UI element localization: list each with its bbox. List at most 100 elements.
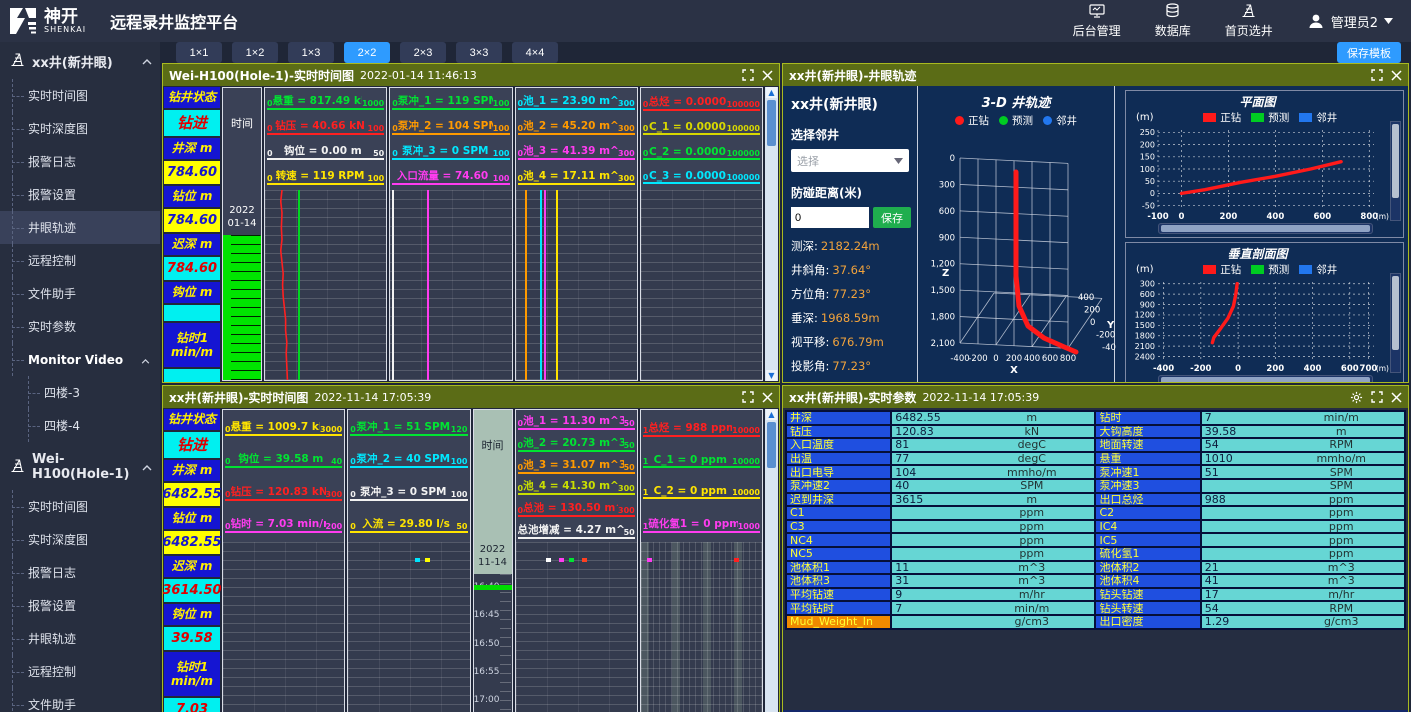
save-distance-button[interactable]: 保存	[873, 207, 911, 228]
svg-text:1800: 1800	[1135, 332, 1155, 341]
sidebar-item-文件助手[interactable]: 文件助手	[0, 277, 160, 310]
sidebar-item-井眼轨迹[interactable]: 井眼轨迹	[0, 211, 160, 244]
curve-name-value: 钻压 = 40.66 kN	[275, 118, 365, 133]
sidebar-item-实时时间图[interactable]: 实时时间图	[0, 490, 160, 523]
close-icon[interactable]	[762, 70, 773, 81]
curve-label-C_3: 0C_3 = 0.0000100000	[643, 170, 760, 184]
sidebar-section-1[interactable]: xx井(新井眼)	[0, 42, 160, 79]
track-plot-area	[641, 190, 762, 380]
svg-text:-400: -400	[950, 354, 969, 364]
curve-max: 120	[451, 425, 468, 434]
status-6482.55: 6482.55	[164, 531, 220, 554]
scroll-up-arrow[interactable]: ▲	[766, 409, 777, 420]
section-vertical-slider[interactable]	[1390, 273, 1401, 373]
param-unit: g/cm3	[1279, 616, 1404, 627]
param-value-迟到井深: 3615m	[891, 493, 1095, 507]
curve-label-泵冲_2: 0泵冲_2 = 40 SPM100	[350, 451, 467, 468]
legend-item-预测: 预测	[1251, 262, 1289, 277]
curve-max: 1000	[362, 99, 384, 108]
header-menu-item-2[interactable]: 数据库	[1155, 3, 1191, 39]
distance-input[interactable]	[791, 207, 869, 228]
svg-text:200: 200	[1140, 140, 1155, 149]
sidebar-item-文件助手[interactable]: 文件助手	[0, 688, 160, 712]
sidebar-section-2[interactable]: Wei-H100(Hole-1)	[0, 442, 160, 490]
param-unit: min/m	[969, 603, 1094, 614]
save-template-button[interactable]: 保存模板	[1337, 42, 1401, 63]
param-label-C2: C2	[1095, 506, 1200, 520]
param-label-NC5: NC5	[786, 547, 891, 561]
layout-button-3×3[interactable]: 3×3	[456, 42, 502, 63]
offset-well-select[interactable]: 选择	[791, 149, 909, 172]
scrollbar-thumb[interactable]	[767, 422, 776, 468]
scroll-up-arrow[interactable]: ▲	[766, 87, 777, 98]
section-horizontal-scrollbar[interactable]	[1158, 375, 1373, 382]
param-value: 51	[1202, 467, 1279, 478]
close-icon[interactable]	[1391, 392, 1402, 403]
legend-item-预测: 预测	[999, 113, 1033, 128]
close-icon[interactable]	[1391, 70, 1402, 81]
curve-track: 0泵冲_1 = 51 SPM1200泵冲_2 = 40 SPM1000泵冲_3 …	[347, 409, 470, 712]
sidebar-item-四楼-3[interactable]: 四楼-3	[0, 376, 160, 409]
param-value-平均钻速: 9m/hr	[891, 588, 1095, 602]
status-3614.50: 3614.50	[164, 579, 220, 602]
curve-name-value: 总烃 = 988 ppm	[648, 420, 732, 435]
header-menu-item-3[interactable]: 首页选井	[1225, 3, 1273, 39]
svg-text:Y: Y	[1106, 320, 1115, 331]
layout-button-1×2[interactable]: 1×2	[232, 42, 278, 63]
layout-button-4×4[interactable]: 4×4	[512, 42, 558, 63]
expand-icon[interactable]	[1371, 391, 1383, 403]
param-value-出口总烃: 988ppm	[1201, 493, 1405, 507]
curve-name-value: C_1 = 0.0000	[649, 121, 726, 133]
user-menu[interactable]: 管理员2	[1307, 12, 1393, 31]
plan-horizontal-scrollbar[interactable]	[1158, 223, 1373, 234]
vertical-scrollbar[interactable]: ▲▼	[765, 87, 778, 381]
sidebar-item-报警日志[interactable]: 报警日志	[0, 145, 160, 178]
sidebar-item-四楼-4[interactable]: 四楼-4	[0, 409, 160, 442]
vertical-scrollbar[interactable]: ▲▼	[765, 409, 778, 712]
sidebar-item-label: 实时参数	[28, 318, 76, 335]
scrollbar-thumb[interactable]	[767, 100, 776, 146]
sidebar-item-实时时间图[interactable]: 实时时间图	[0, 79, 160, 112]
sidebar-item-Monitor Video[interactable]: Monitor Video	[0, 343, 160, 376]
sidebar-item-label: 四楼-4	[44, 417, 80, 434]
trace-line	[556, 190, 558, 380]
data-dot	[569, 558, 574, 562]
curve-min: 0	[350, 425, 356, 434]
header-menu-item-1[interactable]: 后台管理	[1073, 4, 1121, 39]
sidebar-item-远程控制[interactable]: 远程控制	[0, 655, 160, 688]
legend-label: 邻井	[1056, 113, 1077, 128]
expand-icon[interactable]	[742, 391, 754, 403]
curve-label-钩位: 0钩位 = 0.00 m50	[267, 143, 384, 160]
sidebar-item-报警设置[interactable]: 报警设置	[0, 178, 160, 211]
sidebar-item-实时深度图[interactable]: 实时深度图	[0, 112, 160, 145]
expand-icon[interactable]	[742, 69, 754, 81]
trajectory-info-panel: xx井(新井眼) 选择邻井 选择 防碰距离(米) 保存 测深:2182.24m井…	[783, 86, 917, 382]
sidebar-item-报警设置[interactable]: 报警设置	[0, 589, 160, 622]
param-label-硫化氢1: 硫化氢1	[1095, 547, 1200, 561]
param-label-池体积2: 池体积2	[1095, 561, 1200, 575]
sidebar-item-label: Monitor Video	[28, 353, 123, 367]
param-value-出温: 77degC	[891, 452, 1095, 466]
layout-button-1×1[interactable]: 1×1	[176, 42, 222, 63]
legend-swatch	[1203, 265, 1216, 274]
plan-vertical-slider[interactable]	[1390, 121, 1401, 221]
param-unit: m/hr	[969, 589, 1094, 600]
sidebar-item-井眼轨迹[interactable]: 井眼轨迹	[0, 622, 160, 655]
layout-button-2×2[interactable]: 2×2	[344, 42, 390, 63]
gear-icon[interactable]	[1350, 391, 1363, 404]
sidebar-item-报警日志[interactable]: 报警日志	[0, 556, 160, 589]
param-unit: m^3	[969, 575, 1094, 586]
sidebar-item-实时参数[interactable]: 实时参数	[0, 310, 160, 343]
curve-max: 300	[326, 490, 343, 499]
scroll-down-arrow[interactable]: ▼	[766, 370, 777, 381]
sidebar-item-远程控制[interactable]: 远程控制	[0, 244, 160, 277]
vertical-section-box: 垂直剖面图 (m)正钻预测邻井 300600900120015001800210…	[1125, 242, 1404, 382]
close-icon[interactable]	[762, 392, 773, 403]
param-value-钻时: 7min/m	[1201, 411, 1405, 425]
curve-name-value: C_2 = 0.0000	[649, 146, 726, 158]
layout-button-2×3[interactable]: 2×3	[400, 42, 446, 63]
sidebar-item-实时深度图[interactable]: 实时深度图	[0, 523, 160, 556]
curve-name-value: 池_2 = 20.73 m^3	[523, 435, 624, 450]
layout-button-1×3[interactable]: 1×3	[288, 42, 334, 63]
expand-icon[interactable]	[1371, 69, 1383, 81]
